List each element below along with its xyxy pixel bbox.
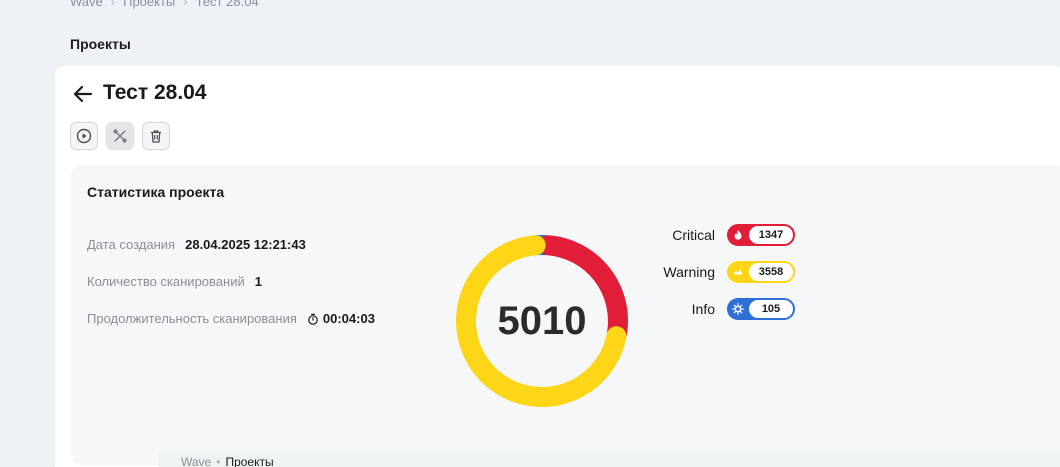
- scan-duration-value-wrap: 00:04:03: [307, 311, 375, 326]
- play-circle-icon: [76, 128, 92, 144]
- warning-count: 3558: [749, 263, 793, 281]
- scan-count-label: Количество сканирований: [87, 274, 245, 289]
- created-date-label: Дата создания: [87, 237, 176, 252]
- breadcrumb-item-projects[interactable]: Проекты: [123, 0, 175, 9]
- footer-breadcrumb: Wave • Проекты: [158, 451, 1060, 467]
- info-count: 105: [749, 300, 793, 318]
- stopwatch-icon: [308, 313, 318, 325]
- info-count-badge[interactable]: 105: [727, 298, 795, 320]
- total-issues-count: 5010: [497, 298, 587, 343]
- stats-title: Статистика проекта: [87, 184, 225, 200]
- critical-count: 1347: [749, 226, 793, 244]
- created-date-value: 28.04.2025 12:21:43: [185, 237, 306, 252]
- project-stats-panel: Статистика проекта Дата создания 28.04.2…: [71, 165, 1060, 465]
- breadcrumb: Wave › Проекты › Тест 28.04: [70, 0, 259, 9]
- back-arrow-icon[interactable]: [71, 82, 95, 106]
- breadcrumb-separator: ›: [110, 0, 116, 9]
- run-scan-button[interactable]: [70, 122, 98, 150]
- legend-row-warning: Warning 3558: [651, 260, 795, 284]
- footer-breadcrumb-current: Проекты: [225, 455, 274, 467]
- legend-label-critical: Critical: [672, 227, 715, 243]
- legend-row-info: Info 105: [651, 297, 795, 321]
- severity-legend: Critical 1347 Warning 3558 Info 105: [651, 223, 795, 334]
- scan-count-value: 1: [254, 274, 262, 289]
- warning-count-badge[interactable]: 3558: [727, 261, 795, 283]
- warning-icon: [729, 263, 747, 281]
- project-toolbar: [70, 122, 170, 150]
- trash-icon: [151, 130, 161, 143]
- tools-icon: [113, 129, 127, 143]
- footer-breadcrumb-separator: •: [216, 455, 221, 467]
- scan-count-row: Количество сканирований 1: [87, 274, 262, 289]
- breadcrumb-separator: ›: [183, 0, 188, 9]
- gear-icon: [729, 300, 747, 318]
- flame-icon: [729, 226, 747, 244]
- scan-duration-value: 00:04:03: [322, 311, 375, 326]
- page-title: Тест 28.04: [103, 81, 207, 104]
- legend-row-critical: Critical 1347: [651, 223, 795, 247]
- legend-label-warning: Warning: [663, 264, 715, 280]
- delete-button[interactable]: [142, 122, 170, 150]
- section-title: Проекты: [70, 36, 131, 52]
- footer-breadcrumb-root[interactable]: Wave: [181, 455, 211, 467]
- created-date-row: Дата создания 28.04.2025 12:21:43: [87, 237, 306, 252]
- scan-duration-row: Продолжительность сканирования 00:04:03: [87, 311, 375, 326]
- settings-button[interactable]: [106, 122, 134, 150]
- legend-label-info: Info: [691, 301, 715, 317]
- project-card: Тест 28.04 Статистика проекта Дата созда…: [55, 66, 1060, 467]
- scan-duration-label: Продолжительность сканирования: [87, 311, 297, 326]
- breadcrumb-item-wave[interactable]: Wave: [70, 0, 103, 9]
- breadcrumb-item-current: Тест 28.04: [195, 0, 259, 9]
- critical-count-badge[interactable]: 1347: [727, 224, 795, 246]
